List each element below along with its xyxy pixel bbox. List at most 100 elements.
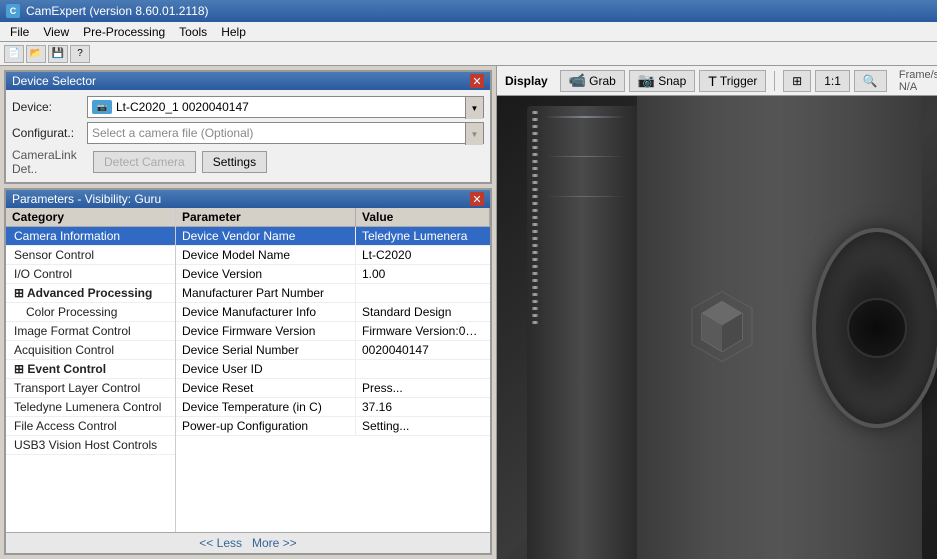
param-name-0: Device Vendor Name [176, 227, 356, 245]
param-value-5: Firmware Version:00417 FPG... [356, 322, 490, 340]
device-value: Lt-C2020_1 0020040147 [116, 100, 249, 114]
category-item-6[interactable]: Acquisition Control [6, 341, 175, 360]
category-item-4[interactable]: Color Processing [6, 303, 175, 322]
config-field-row: Configurat.: Select a camera file (Optio… [12, 122, 484, 144]
params-row-9[interactable]: Device Temperature (in C)37.16 [176, 398, 490, 417]
menu-preprocessing[interactable]: Pre-Processing [77, 24, 171, 40]
cam-lens-inner [847, 298, 907, 358]
params-row-2[interactable]: Device Version1.00 [176, 265, 490, 284]
settings-btn[interactable]: Settings [202, 151, 267, 173]
menu-tools[interactable]: Tools [173, 24, 213, 40]
params-table-header: Parameter Value [176, 208, 490, 227]
fin [532, 272, 538, 275]
category-item-5[interactable]: Image Format Control [6, 322, 175, 341]
category-item-7[interactable]: ⊞ Event Control [6, 360, 175, 379]
snap-btn[interactable]: 📷 Snap [629, 70, 695, 92]
menu-help[interactable]: Help [215, 24, 252, 40]
category-item-9[interactable]: Teledyne Lumenera Control [6, 398, 175, 417]
param-value-1: Lt-C2020 [356, 246, 490, 264]
main-toolbar: 📄 📂 💾 ? [0, 42, 937, 66]
params-row-5[interactable]: Device Firmware VersionFirmware Version:… [176, 322, 490, 341]
params-row-1[interactable]: Device Model NameLt-C2020 [176, 246, 490, 265]
more-btn[interactable]: More >> [252, 536, 297, 550]
fin [532, 167, 538, 170]
menu-file[interactable]: File [4, 24, 35, 40]
config-dropdown-arrow[interactable]: ▼ [465, 123, 483, 145]
fin [532, 195, 538, 198]
detect-camera-btn[interactable]: Detect Camera [93, 151, 196, 173]
app-icon: C [6, 4, 20, 18]
cam-lens [812, 228, 937, 428]
params-row-10[interactable]: Power-up ConfigurationSetting... [176, 417, 490, 436]
category-item-1[interactable]: Sensor Control [6, 246, 175, 265]
search-btn[interactable]: 🔍 [854, 70, 887, 92]
left-panel: Device Selector ✕ Device: 📷 Lt-C2020_1 0… [0, 66, 497, 559]
config-select-wrapper: Select a camera file (Optional) ▼ [87, 122, 484, 144]
camera-background [497, 96, 937, 559]
fin [532, 209, 538, 212]
device-selector-close[interactable]: ✕ [470, 74, 484, 88]
params-titlebar: Parameters - Visibility: Guru ✕ [6, 190, 490, 208]
param-value-3 [356, 284, 490, 302]
grab-label: Grab [589, 74, 616, 88]
display-toolbar: Display 📹 Grab 📷 Snap T Trigger ⊞ 1:1 🔍 [497, 66, 937, 96]
param-value-0: Teledyne Lumenera [356, 227, 490, 245]
fin [532, 300, 538, 303]
device-selector-content: Device: 📷 Lt-C2020_1 0020040147 ▼ Config… [6, 90, 490, 182]
param-name-10: Power-up Configuration [176, 417, 356, 435]
params-table-area: Parameter Value Device Vendor NameTeledy… [176, 208, 490, 532]
param-value-6: 0020040147 [356, 341, 490, 359]
cameralink-label: CameraLink Det.. [12, 148, 87, 176]
fin [532, 237, 538, 240]
fit-btn[interactable]: ⊞ [783, 70, 811, 92]
title-bar: C CamExpert (version 8.60.01.2118) [0, 0, 937, 22]
param-name-7: Device User ID [176, 360, 356, 378]
fin [532, 230, 538, 233]
params-content: Category Camera InformationSensor Contro… [6, 208, 490, 532]
trigger-btn[interactable]: T Trigger [699, 70, 766, 92]
params-row-7[interactable]: Device User ID [176, 360, 490, 379]
params-row-6[interactable]: Device Serial Number0020040147 [176, 341, 490, 360]
zoom-btn[interactable]: 1:1 [815, 70, 850, 92]
category-item-11[interactable]: USB3 Vision Host Controls [6, 436, 175, 455]
params-row-4[interactable]: Device Manufacturer InfoStandard Design [176, 303, 490, 322]
category-item-8[interactable]: Transport Layer Control [6, 379, 175, 398]
fin [532, 293, 538, 296]
params-footer: << Less More >> [6, 532, 490, 553]
less-btn[interactable]: << Less [199, 536, 242, 550]
device-select[interactable]: 📷 Lt-C2020_1 0020040147 ▼ [87, 96, 484, 118]
device-dropdown-arrow[interactable]: ▼ [465, 97, 483, 119]
cam-logo-svg [682, 286, 762, 366]
params-close[interactable]: ✕ [470, 192, 484, 206]
device-selector-panel: Device Selector ✕ Device: 📷 Lt-C2020_1 0… [4, 70, 492, 184]
fin [532, 216, 538, 219]
cam-fins [532, 111, 538, 324]
menu-view[interactable]: View [37, 24, 75, 40]
grab-btn[interactable]: 📹 Grab [560, 70, 625, 92]
trigger-icon: T [708, 73, 717, 89]
fin [532, 265, 538, 268]
params-row-8[interactable]: Device ResetPress... [176, 379, 490, 398]
params-row-0[interactable]: Device Vendor NameTeledyne Lumenera [176, 227, 490, 246]
fin [532, 139, 538, 142]
params-row-3[interactable]: Manufacturer Part Number [176, 284, 490, 303]
right-panel: Display 📹 Grab 📷 Snap T Trigger ⊞ 1:1 🔍 [497, 66, 937, 559]
search-icon: 🔍 [863, 74, 878, 88]
param-value-2: 1.00 [356, 265, 490, 283]
snap-icon: 📷 [638, 72, 655, 89]
category-item-2[interactable]: I/O Control [6, 265, 175, 284]
fin [532, 174, 538, 177]
config-select[interactable]: Select a camera file (Optional) ▼ [87, 122, 484, 144]
category-item-10[interactable]: File Access Control [6, 417, 175, 436]
param-name-4: Device Manufacturer Info [176, 303, 356, 321]
category-item-3[interactable]: ⊞ Advanced Processing [6, 284, 175, 303]
toolbar-open[interactable]: 📂 [26, 45, 46, 63]
toolbar-save[interactable]: 💾 [48, 45, 68, 63]
fin [532, 251, 538, 254]
toolbar-help[interactable]: ? [70, 45, 90, 63]
fin [532, 132, 538, 135]
toolbar-new[interactable]: 📄 [4, 45, 24, 63]
fin [532, 160, 538, 163]
fin [532, 314, 538, 317]
category-item-0[interactable]: Camera Information [6, 227, 175, 246]
